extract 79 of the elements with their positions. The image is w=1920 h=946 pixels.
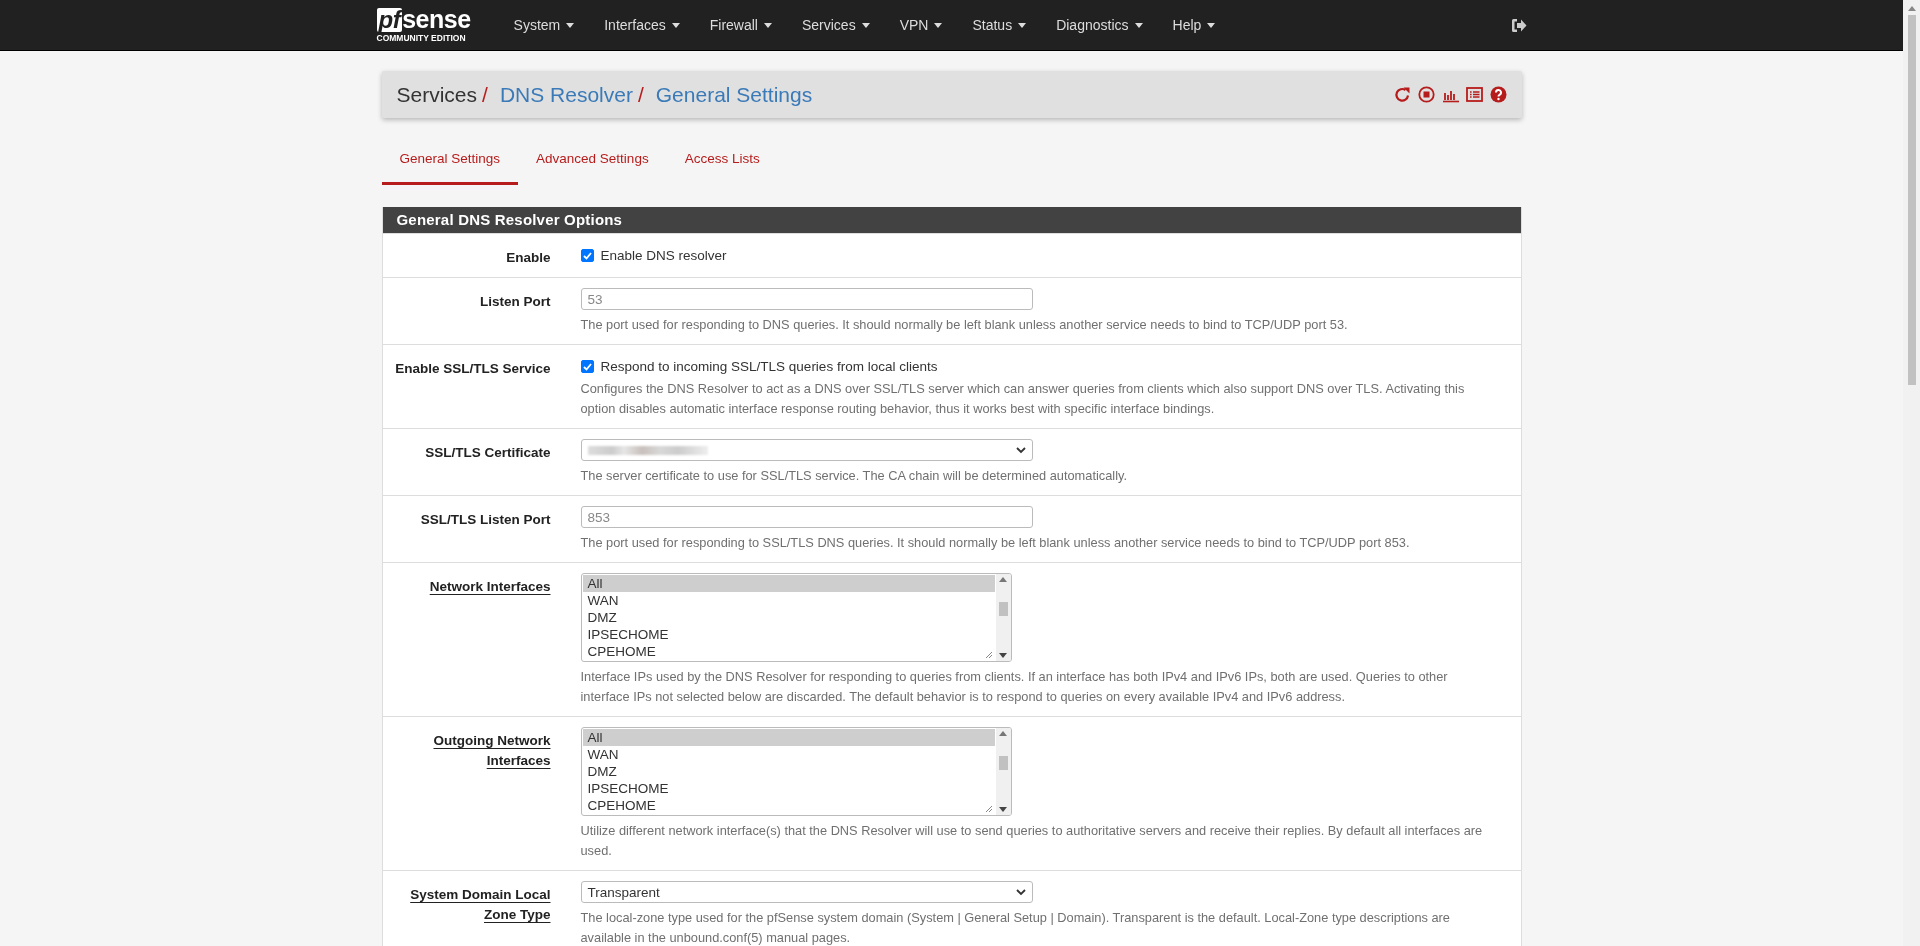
logout-icon[interactable]	[1510, 17, 1527, 33]
scroll-down-icon[interactable]	[999, 807, 1007, 812]
list-option[interactable]: CPEHOME	[582, 797, 995, 814]
tab[interactable]: Access Lists	[666, 137, 778, 185]
caret-icon	[566, 22, 575, 28]
dropdown[interactable]: Transparent	[580, 881, 1033, 903]
help-text: The server certificate to use for SSL/TLS service. The CA chain will be determined automatically.	[580, 467, 1128, 485]
checkbox-label[interactable]: Respond to incoming SSL/TLS queries from local clients	[600, 359, 938, 374]
resize-grip-icon[interactable]	[984, 805, 993, 813]
scroll-down-icon[interactable]	[999, 653, 1007, 658]
list-option[interactable]: WAN	[582, 746, 995, 763]
nav-menu[interactable]: Help	[1157, 0, 1231, 50]
caret-icon	[671, 22, 680, 28]
chevron-down-icon	[1015, 888, 1026, 896]
nav-menu[interactable]: Diagnostics	[1041, 0, 1158, 50]
caret-icon	[1018, 22, 1027, 28]
help-text: Interface IPs used by the DNS Resolver for responding to queries from clients. If an interface has both IPv4 and IPv6 IPs, both are used. Queries to other interface IPs not selected below are discarded. The default behavior is to respond to queries on every available IPv4 and IPv6 address.	[580, 668, 1449, 706]
list-option[interactable]: All	[582, 575, 995, 592]
breadcrumb-separator: /	[637, 82, 644, 107]
scroll-up-icon[interactable]	[999, 731, 1007, 736]
list-option[interactable]: WAN	[582, 592, 995, 609]
dropdown-value: Transparent	[587, 884, 660, 900]
caret-icon	[861, 22, 870, 28]
reload-icon[interactable]	[1393, 86, 1411, 103]
help-text: The local-zone type used for the pfSense system domain (System | General Setup | Domain). Transparent is the default. Local-Zone type descriptions are available in the unbound.conf(5) manual pages.	[580, 909, 1451, 946]
resize-grip-icon[interactable]	[984, 651, 993, 659]
chevron-down-icon	[1015, 446, 1026, 454]
panel-title: General DNS Resolver Options	[382, 207, 1521, 233]
scrollbar-thumb[interactable]	[1907, 15, 1916, 385]
scrollbar-thumb[interactable]	[998, 601, 1008, 616]
list-option[interactable]: DMZ	[582, 763, 995, 780]
field-label-link[interactable]: System Domain Local Zone Type	[382, 881, 551, 946]
field-label-link[interactable]: Outgoing Network Interfaces	[382, 727, 551, 861]
nav-menu[interactable]: Services	[786, 0, 885, 50]
nav-menu[interactable]: VPN	[884, 0, 958, 50]
field-label: SSL/TLS Listen Port	[419, 511, 551, 529]
nav-menu[interactable]: Status	[957, 0, 1042, 50]
stop-icon[interactable]	[1417, 86, 1435, 103]
listbox[interactable]: All WAN DMZ IPSECHOME CPEHOME	[580, 573, 1012, 662]
scrollbar[interactable]	[995, 574, 1011, 661]
help-text: The port used for responding to DNS queries. It should normally be left blank unless another service needs to bind to TCP/UDP port 53.	[580, 316, 1349, 334]
caret-icon	[1134, 22, 1143, 28]
nav-menu[interactable]: System	[498, 0, 590, 50]
caret-icon	[934, 22, 943, 28]
breadcrumb-text: Services	[396, 82, 478, 107]
scrollbar[interactable]	[995, 728, 1011, 815]
caret-icon	[763, 22, 772, 28]
field-label: SSL/TLS Certificate	[424, 444, 551, 462]
list-option[interactable]: All	[582, 729, 995, 746]
field-label-link[interactable]: Network Interfaces	[382, 573, 551, 707]
input-field[interactable]: 853	[580, 506, 1033, 528]
scroll-up-icon[interactable]	[1907, 6, 1916, 11]
list-option[interactable]: IPSECHOME	[582, 626, 995, 643]
logo[interactable]: pfsense COMMUNITY EDITION	[376, 7, 471, 43]
field-label: Listen Port	[479, 293, 551, 311]
list-option[interactable]: IPSECHOME	[582, 780, 995, 797]
nav-menu[interactable]: Interfaces	[589, 0, 695, 50]
list-option[interactable]: DMZ	[582, 609, 995, 626]
listbox[interactable]: All WAN DMZ IPSECHOME CPEHOME	[580, 727, 1012, 816]
tab[interactable]: General Settings	[381, 137, 519, 185]
checkbox[interactable]	[580, 249, 594, 262]
scroll-up-icon[interactable]	[999, 577, 1007, 582]
checkbox-label[interactable]: Enable DNS resolver	[600, 248, 727, 263]
checkbox[interactable]	[580, 360, 594, 373]
input-field[interactable]: 53	[580, 288, 1033, 310]
help-text: Configures the DNS Resolver to act as a DNS over SSL/TLS server which can answer queries from clients which also support DNS over TLS. Activating this option disables automatic interface response routing behavior, thus it works best with specific interface bindings.	[580, 380, 1466, 418]
breadcrumb-separator: /	[482, 82, 488, 107]
tab[interactable]: Advanced Settings	[518, 137, 667, 185]
scrollbar[interactable]	[1903, 0, 1920, 946]
list-icon[interactable]	[1465, 86, 1483, 103]
list-option[interactable]: CPEHOME	[582, 643, 995, 660]
caret-icon	[1207, 22, 1216, 28]
field-label: Enable	[505, 249, 551, 267]
help-icon[interactable]	[1489, 86, 1507, 103]
scrollbar-thumb[interactable]	[998, 755, 1008, 770]
nav-menu[interactable]: Firewall	[694, 0, 787, 50]
field-label: Enable SSL/TLS Service	[394, 360, 551, 378]
help-text: The port used for responding to SSL/TLS DNS queries. It should normally be left blank unless another service needs to bind to TCP/UDP port 853.	[580, 534, 1411, 552]
help-text: Utilize different network interface(s) that the DNS Resolver will use to send queries to authoritative servers and receive their replies. By default all interfaces are used.	[580, 822, 1484, 860]
